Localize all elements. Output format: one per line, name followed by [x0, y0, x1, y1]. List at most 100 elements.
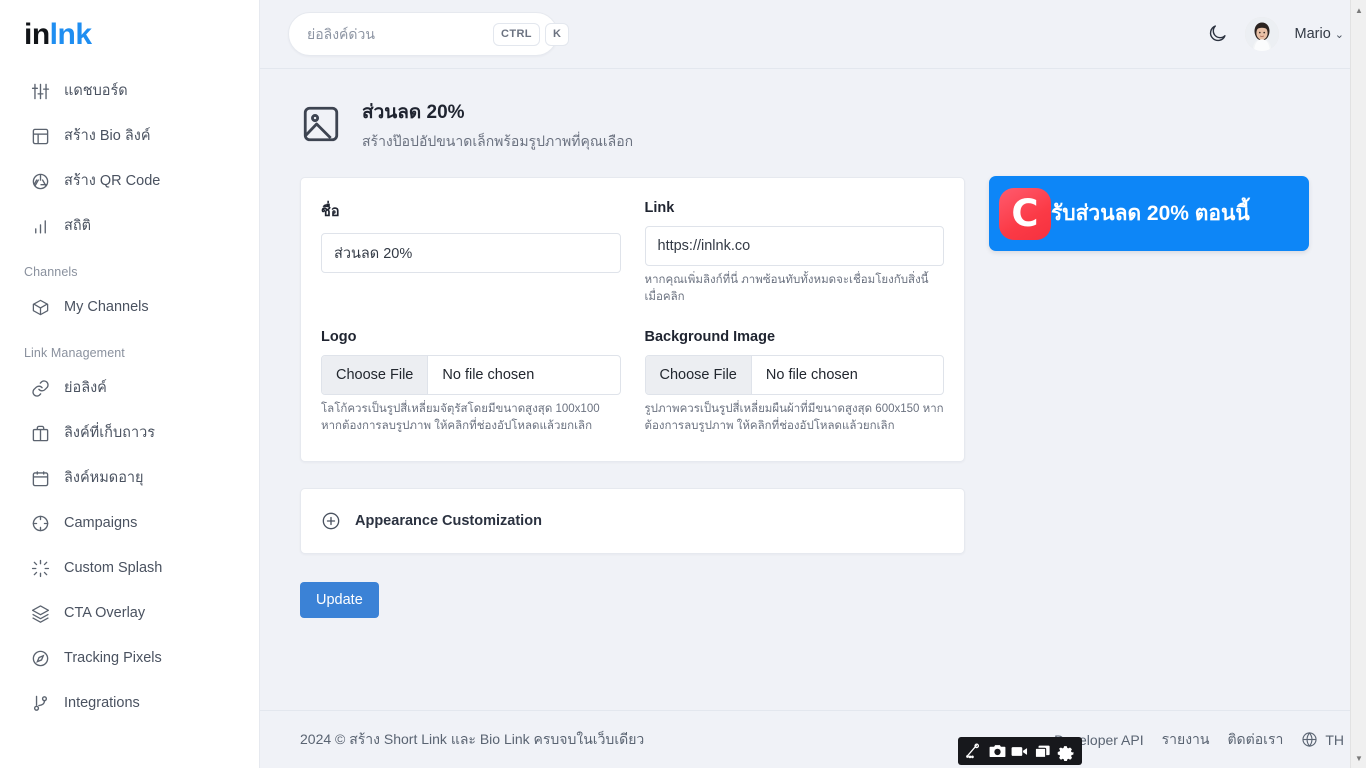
name-input[interactable]	[321, 233, 621, 273]
background-field-group: Background Image Choose File No file cho…	[644, 329, 944, 434]
kbd-ctrl: CTRL	[493, 22, 540, 46]
sidebar-item-label: Campaigns	[64, 515, 138, 532]
background-helper-text: รูปภาพควรเป็นรูปสี่เหลี่ยมผืนผ้าที่มีขนา…	[644, 403, 944, 433]
camera-icon[interactable]	[988, 742, 1007, 761]
background-choose-file-button[interactable]: Choose File	[645, 356, 752, 395]
topbar-right: Mario ⌄	[1207, 17, 1344, 51]
footer-link-contact-us[interactable]: ติดต่อเรา	[1227, 729, 1283, 751]
overlay-form-card: ชื่อ Link หากคุณเพิ่มลิงก์ที่นี่ ภาพซ้อน…	[300, 177, 965, 462]
sidebar-item-bio-link[interactable]: สร้าง Bio ลิงค์	[0, 114, 259, 159]
sidebar-item-statistics[interactable]: สถิติ	[0, 204, 259, 249]
screen-recorder-toolbar	[958, 737, 1082, 765]
logo-label: Logo	[321, 329, 357, 346]
link-field-group: Link หากคุณเพิ่มลิงก์ที่นี่ ภาพซ้อนทับทั…	[644, 200, 944, 305]
content-row: ชื่อ Link หากคุณเพิ่มลิงก์ที่นี่ ภาพซ้อน…	[300, 176, 1338, 462]
archive-icon	[30, 424, 50, 444]
page-header-text: ส่วนลด 20% สร้างป๊อปอัปขนาดเล็กพร้อมรูปภ…	[362, 97, 633, 153]
update-button[interactable]: Update	[300, 581, 379, 618]
field-row-2: Logo Choose File No file chosen โลโก้ควร…	[321, 329, 944, 434]
sidebar-item-label: Custom Splash	[64, 560, 163, 577]
sidebar-item-label: ย่อลิงค์	[64, 380, 107, 397]
sidebar-section-link-management: Link Management	[24, 346, 125, 360]
page-content: ส่วนลด 20% สร้างป๊อปอัปขนาดเล็กพร้อมรูปภ…	[260, 69, 1366, 768]
sidebar-item-custom-splash[interactable]: Custom Splash	[0, 546, 259, 591]
footer-link-reports[interactable]: รายงาน	[1162, 729, 1210, 751]
page-title: ส่วนลด 20%	[362, 102, 465, 123]
brand-part-one: in	[24, 18, 50, 51]
page-subtitle: สร้างป๊อปอัปขนาดเล็กพร้อมรูปภาพที่คุณเลื…	[362, 133, 634, 149]
page-header: ส่วนลด 20% สร้างป๊อปอัปขนาดเล็กพร้อมรูปภ…	[300, 97, 1338, 153]
logo-file-input[interactable]: Choose File No file chosen	[321, 355, 621, 396]
video-camera-icon[interactable]	[1010, 742, 1029, 761]
accordion-title: Appearance Customization	[355, 512, 542, 529]
link-label: Link	[644, 200, 675, 216]
sidebar-item-label: Integrations	[64, 695, 140, 712]
field-row-1: ชื่อ Link หากคุณเพิ่มลิงก์ที่นี่ ภาพซ้อน…	[321, 200, 944, 305]
sidebar-item-short-link[interactable]: ย่อลิงค์	[0, 366, 259, 411]
sidebar-item-qr-code[interactable]: สร้าง QR Code	[0, 159, 259, 204]
scroll-down-arrow-icon[interactable]: ▼	[1351, 750, 1366, 766]
sidebar-item-campaigns[interactable]: Campaigns	[0, 501, 259, 546]
sidebar-item-tracking-pixels[interactable]: Tracking Pixels	[0, 636, 259, 681]
background-label: Background Image	[644, 329, 776, 346]
search-input[interactable]	[307, 26, 488, 42]
background-file-name: No file chosen	[765, 367, 858, 384]
bar-chart-icon	[30, 217, 50, 237]
plus-circle-icon	[321, 511, 341, 531]
link-icon	[30, 379, 50, 399]
logo-helper-text: โลโก้ควรเป็นรูปสี่เหลี่ยมจัตุรัสโดยมีขนา…	[321, 403, 600, 433]
page-scrollbar[interactable]: ▲ ▼	[1350, 0, 1366, 768]
gear-icon[interactable]	[1056, 742, 1075, 761]
sidebar-item-dashboard[interactable]: แดชบอร์ด	[0, 69, 259, 114]
sidebar-section-channels: Channels	[24, 265, 78, 279]
footer-copyright: 2024 © สร้าง Short Link และ Bio Link ครบ…	[300, 730, 645, 747]
sliders-icon	[30, 82, 50, 102]
sidebar-item-label: สถิติ	[64, 218, 92, 235]
chevron-down-icon: ⌄	[1334, 29, 1344, 41]
sidebar-item-label: Tracking Pixels	[64, 650, 162, 667]
language-switcher[interactable]: TH	[1301, 731, 1344, 748]
dark-mode-moon-icon[interactable]	[1207, 23, 1229, 45]
link-input[interactable]	[644, 226, 944, 266]
preview-text: รับส่วนลด 20% ตอนนี้	[1051, 201, 1250, 225]
globe-icon	[1301, 731, 1318, 748]
user-menu[interactable]: Mario ⌄	[1295, 26, 1344, 42]
name-label: ชื่อ	[321, 204, 340, 220]
window-icon[interactable]	[1033, 742, 1052, 761]
logo-field-group: Logo Choose File No file chosen โลโก้ควร…	[321, 329, 621, 434]
sidebar-item-integrations[interactable]: Integrations	[0, 681, 259, 726]
footer: 2024 © สร้าง Short Link และ Bio Link ครบ…	[260, 710, 1366, 768]
background-file-input[interactable]: Choose File No file chosen	[644, 355, 944, 396]
footer-links: Developer API รายงาน ติดต่อเรา TH	[1054, 729, 1344, 751]
sidebar-item-cta-overlay[interactable]: CTA Overlay	[0, 591, 259, 636]
quick-search-box[interactable]: CTRL K	[288, 12, 570, 56]
logo-choose-file-button[interactable]: Choose File	[322, 356, 429, 395]
appearance-customization-accordion[interactable]: Appearance Customization	[300, 487, 965, 554]
app-root: inlnk แดชบอร์ด สร้าง Bio ลิงค์ สร้าง QR …	[0, 0, 1366, 768]
avatar[interactable]	[1244, 17, 1279, 51]
sparkle-icon	[30, 559, 50, 579]
layers-icon	[30, 604, 50, 624]
sidebar-item-label: สร้าง Bio ลิงค์	[64, 128, 151, 145]
target-icon	[30, 514, 50, 534]
image-icon	[300, 103, 344, 147]
topbar: CTRL K	[260, 0, 1366, 69]
kbd-k: K	[544, 22, 570, 46]
sidebar-item-archived-links[interactable]: ลิงค์ที่เก็บถาวร	[0, 411, 259, 456]
sidebar-item-expired-links[interactable]: ลิงค์หมดอายุ	[0, 456, 259, 501]
sidebar-item-label: ลิงค์หมดอายุ	[64, 470, 144, 487]
logo-file-name: No file chosen	[442, 367, 535, 384]
scroll-up-arrow-icon[interactable]: ▲	[1351, 2, 1366, 18]
sidebar-item-label: แดชบอร์ด	[64, 83, 128, 100]
language-label: TH	[1325, 731, 1344, 748]
sidebar-item-label: ลิงค์ที่เก็บถาวร	[64, 425, 156, 442]
sidebar-item-label: My Channels	[64, 299, 149, 316]
brand-logo[interactable]: inlnk	[0, 0, 259, 51]
aperture-icon	[30, 172, 50, 192]
preview-logo: C	[999, 187, 1051, 240]
sidebar-item-my-channels[interactable]: My Channels	[0, 285, 259, 330]
name-field-group: ชื่อ	[321, 200, 621, 305]
main-area: CTRL K	[260, 0, 1366, 768]
screenshot-region-icon[interactable]	[965, 742, 984, 761]
user-name-label: Mario	[1294, 26, 1331, 42]
